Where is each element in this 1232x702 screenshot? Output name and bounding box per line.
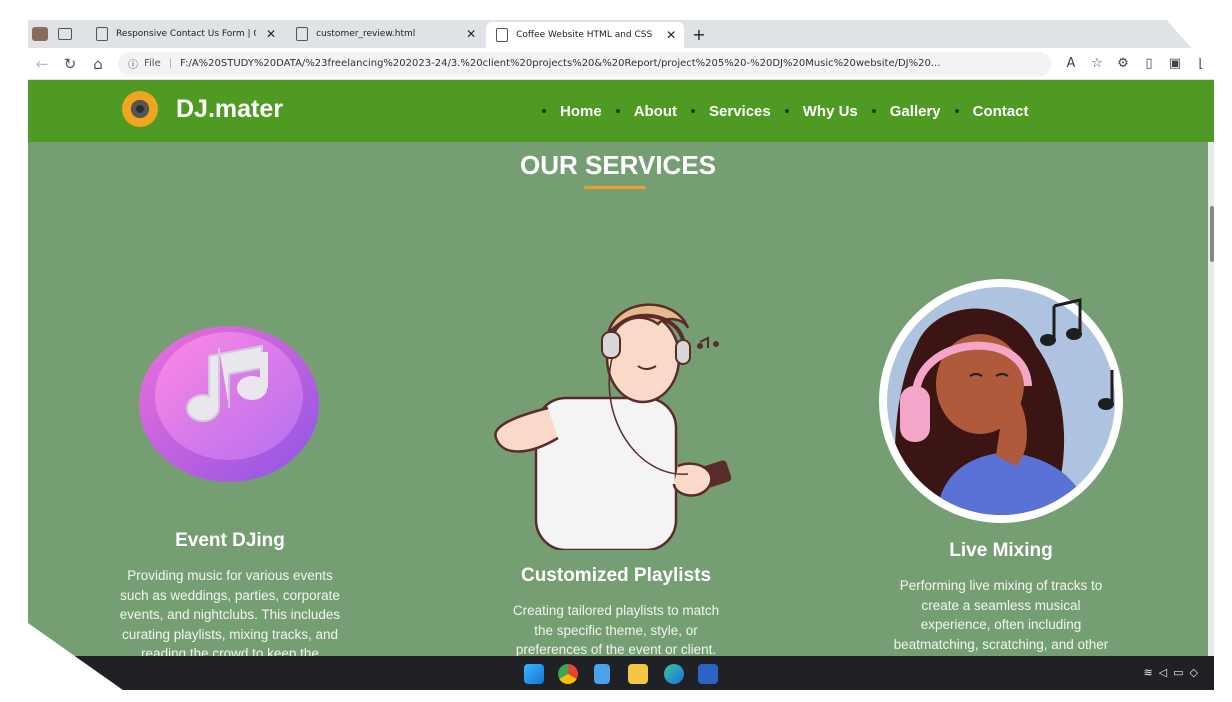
nav-bullet	[954, 109, 959, 113]
service-title-event-djing: Event DJing	[175, 530, 285, 551]
page-icon	[296, 27, 309, 41]
brand-logo[interactable]: DJ.mater	[176, 95, 283, 124]
woman-headphones-illustration	[879, 279, 1123, 523]
tab-strip: Responsive Contact Us Form | Co ✕ custom…	[28, 20, 1214, 48]
reload-icon[interactable]: ↻	[56, 55, 84, 73]
nav-contact[interactable]: Contact	[973, 103, 1029, 120]
battery-icon[interactable]: ▭	[1173, 666, 1189, 679]
text-line: such as weddings, parties, corporate	[120, 587, 340, 603]
extensions-icon[interactable]: ⚙	[1110, 56, 1136, 71]
favorite-icon[interactable]: ☆	[1084, 56, 1110, 71]
collections-icon[interactable]: ▣	[1162, 56, 1188, 71]
tab-title: Coffee Website HTML and CSS |	[516, 30, 657, 40]
text-line: the specific theme, style, or	[534, 622, 698, 638]
windows-start-icon[interactable]	[524, 664, 544, 684]
address-bar-row: ← ↻ ⌂ ⓘ File | F:/A%20STUDY%20DATA/%23fr…	[28, 48, 1214, 80]
nav-bullet	[871, 109, 876, 113]
volume-icon[interactable]: ◁	[1159, 666, 1173, 679]
wifi-icon[interactable]: ≋	[1143, 666, 1158, 679]
word-icon[interactable]	[698, 664, 718, 684]
services-section: OUR SERVICES Event DJing Providing music…	[28, 142, 1208, 662]
service-title-customized-playlists: Customized Playlists	[520, 565, 712, 586]
browser-window: Responsive Contact Us Form | Co ✕ custom…	[28, 20, 1214, 690]
scheme-label: File	[144, 58, 161, 69]
nav-gallery[interactable]: Gallery	[890, 103, 941, 120]
page-icon	[496, 28, 509, 42]
read-aloud-icon[interactable]: A	[1058, 56, 1084, 71]
text-line: events, and nightclubs. This includes	[119, 607, 341, 622]
file-explorer-icon[interactable]	[628, 664, 648, 684]
notepad-icon[interactable]	[594, 664, 610, 684]
back-icon[interactable]: ←	[28, 55, 56, 73]
home-icon[interactable]: ⌂	[84, 55, 112, 73]
more-icon[interactable]: ⌊	[1188, 56, 1214, 71]
close-tab-icon[interactable]: ✕	[466, 27, 476, 41]
logo-icon[interactable]	[122, 91, 158, 127]
split-screen-icon[interactable]: ▯	[1136, 56, 1162, 71]
system-tray: ≋◁▭◇	[1143, 666, 1204, 679]
tab-customer-review[interactable]: customer_review.html ✕	[286, 23, 484, 45]
man-headphones-illustration	[494, 303, 732, 550]
tab-contact-form[interactable]: Responsive Contact Us Form | Co ✕	[86, 23, 284, 45]
service-title-live-mixing: Live Mixing	[949, 540, 1053, 561]
nav-bullet	[691, 109, 696, 113]
windows-taskbar: ≋◁▭◇	[28, 656, 1214, 690]
profile-icon[interactable]	[32, 27, 48, 41]
edge-icon[interactable]	[664, 664, 684, 684]
nav-bullet	[615, 109, 620, 113]
divider: |	[168, 58, 173, 69]
service-description-customized-playlists: Creating tailored playlists to match the…	[491, 601, 741, 660]
close-tab-icon[interactable]: ✕	[266, 27, 276, 41]
service-description-live-mixing: Performing live mixing of tracks to crea…	[876, 576, 1126, 654]
music-note-button-illustration	[139, 326, 319, 482]
text-line: Providing music for various events	[127, 568, 333, 583]
screenshot-frame: Responsive Contact Us Form | Co ✕ custom…	[0, 0, 1232, 702]
text-line: Performing live mixing of tracks to	[899, 578, 1103, 593]
site-header: DJ.mater Home About Services Why Us Gall…	[28, 80, 1214, 142]
text-line: curating playlists, mixing tracks, and	[121, 626, 339, 642]
address-bar[interactable]: ⓘ File | F:/A%20STUDY%20DATA/%23freelanc…	[118, 51, 1052, 76]
nav-why-us[interactable]: Why Us	[803, 103, 858, 120]
main-nav: Home About Services Why Us Gallery Conta…	[528, 80, 1028, 142]
section-title: OUR SERVICES	[519, 150, 716, 180]
tab-title: Responsive Contact Us Form | Co	[116, 29, 256, 39]
tab-actions-icon[interactable]	[58, 28, 72, 40]
nav-bullet	[542, 109, 546, 113]
scrollbar-thumb[interactable]	[1210, 206, 1214, 262]
url-text: F:/A%20STUDY%20DATA/%23freelancing%20202…	[180, 58, 941, 69]
text-line: beatmatching, scratching, and other	[893, 636, 1109, 652]
close-tab-icon[interactable]: ✕	[666, 28, 676, 42]
text-line: Creating tailored playlists to match	[512, 603, 720, 618]
text-line: experience, often including	[920, 617, 1082, 632]
nav-services[interactable]: Services	[709, 103, 771, 120]
notification-icon[interactable]: ◇	[1190, 666, 1204, 679]
nav-about[interactable]: About	[634, 103, 677, 120]
tab-coffee-website[interactable]: Coffee Website HTML and CSS | ✕	[486, 22, 685, 48]
nav-bullet	[784, 109, 789, 113]
tab-title: customer_review.html	[316, 29, 416, 39]
info-icon[interactable]: ⓘ	[128, 56, 138, 71]
new-tab-button[interactable]: +	[692, 25, 705, 44]
text-line: create a seamless musical	[921, 597, 1081, 613]
title-underline	[584, 186, 646, 189]
page-icon	[96, 27, 108, 41]
nav-home[interactable]: Home	[560, 103, 602, 120]
service-description-event-djing: Providing music for various events such …	[105, 566, 355, 664]
chrome-icon[interactable]	[558, 664, 578, 684]
